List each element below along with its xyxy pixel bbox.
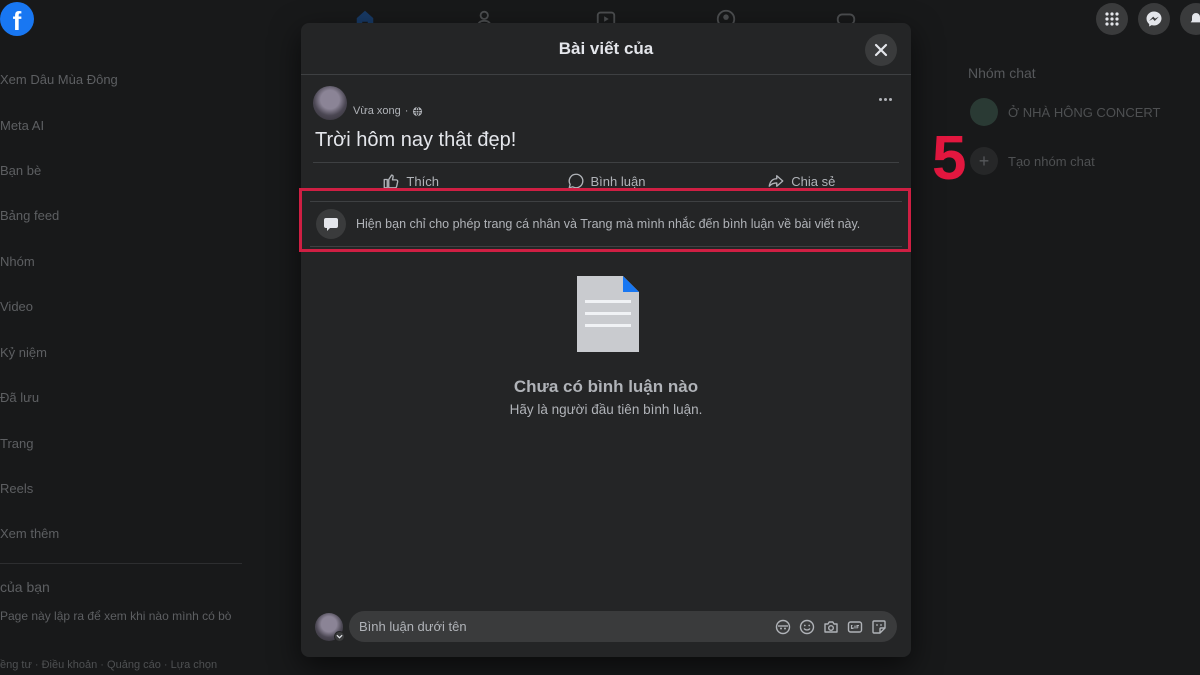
sidebar-item-see-more[interactable]: Xem thêm <box>0 526 59 541</box>
post-text: Trời hôm nay thật đẹp! <box>315 129 517 151</box>
group-chats-title: Nhóm chat <box>968 65 1036 81</box>
empty-comments-title: Chưa có bình luận nào <box>513 377 699 396</box>
group-avatar <box>970 98 998 126</box>
sidebar-item-groups[interactable]: Nhóm <box>0 254 35 269</box>
notice-divider-top <box>310 201 902 202</box>
share-label: Chia sẻ <box>791 173 836 189</box>
post-author-avatar[interactable] <box>313 86 347 120</box>
group-chat-name: Ở NHÀ HÔNG CONCERT <box>1008 104 1161 120</box>
document-icon <box>577 276 639 352</box>
menu-button[interactable] <box>1096 3 1128 35</box>
sidebar-item-profile[interactable]: Xem Dâu Mùa Đông <box>0 72 118 87</box>
post-dialog: Bài viết của Vừa xong · Trời hôm nay thậ… <box>299 23 911 657</box>
footer-links[interactable]: ềng tư · Điều khoản · Quảng cáo · Lựa ch… <box>0 659 217 671</box>
close-button[interactable] <box>865 34 897 66</box>
step-number: 5 <box>932 124 967 193</box>
sidebar-item-video[interactable]: Video <box>0 299 33 314</box>
notice-divider-bottom <box>310 246 902 247</box>
sidebar-item-memories[interactable]: Kỷ niệm <box>0 345 47 360</box>
empty-comments-subtitle: Hãy là người đầu tiên bình luận. <box>509 402 703 417</box>
grid-menu-icon <box>1105 12 1119 26</box>
comment-input[interactable] <box>359 619 775 634</box>
sidebar-item-saved[interactable]: Đã lưu <box>0 390 39 405</box>
like-label: Thích <box>406 173 439 189</box>
dot-separator: · <box>404 105 409 117</box>
camera-icon[interactable] <box>823 619 839 635</box>
avatar-sticker-icon[interactable] <box>775 619 791 635</box>
post-meta: Vừa xong · <box>353 105 423 117</box>
identity-switch[interactable] <box>334 631 345 642</box>
close-icon <box>874 43 888 57</box>
globe-icon[interactable] <box>412 106 423 117</box>
group-chat-item[interactable]: Ở NHÀ HÔNG CONCERT <box>970 98 1160 126</box>
sidebar-shortcut-page[interactable]: Page này lập ra để xem khi nào mình có b… <box>0 608 240 625</box>
create-group-chat-label: Tạo nhóm chat <box>1008 153 1095 169</box>
composer-tools <box>775 619 887 635</box>
sidebar-item-meta-ai[interactable]: Meta AI <box>0 118 44 133</box>
chevron-down-icon <box>336 634 343 639</box>
dialog-title: Bài viết của <box>558 38 654 58</box>
gif-icon[interactable] <box>847 619 863 635</box>
sidebar-item-reels[interactable]: Reels <box>0 481 33 496</box>
plus-icon: + <box>970 147 998 175</box>
bell-icon <box>1190 13 1200 23</box>
notice-icon-wrap <box>316 209 346 239</box>
sticker-icon[interactable] <box>871 619 887 635</box>
sidebar-item-friends[interactable]: Bạn bè <box>0 163 41 178</box>
comment-composer <box>349 611 897 642</box>
create-group-chat[interactable]: + Tạo nhóm chat <box>970 147 1095 175</box>
comment-restriction-notice: Hiện bạn chỉ cho phép trang cá nhân và T… <box>356 217 861 231</box>
messenger-button[interactable] <box>1138 3 1170 35</box>
notifications-button[interactable] <box>1180 3 1200 35</box>
dialog-header: Bài viết của <box>301 23 911 75</box>
sidebar-item-feed[interactable]: Bảng feed <box>0 208 59 223</box>
post-divider <box>313 162 899 163</box>
facebook-logo[interactable]: f <box>0 2 34 36</box>
speech-bubble-icon <box>324 218 338 231</box>
sidebar-item-pages[interactable]: Trang <box>0 436 33 451</box>
highlight-box: Hiện bạn chỉ cho phép trang cá nhân và T… <box>299 188 911 252</box>
post-time[interactable]: Vừa xong <box>353 105 401 117</box>
messenger-icon <box>1146 11 1162 27</box>
sidebar-divider <box>0 563 242 564</box>
post-options-button[interactable] <box>873 91 897 107</box>
comment-label: Bình luận <box>590 173 646 189</box>
emoji-icon[interactable] <box>799 619 815 635</box>
sidebar-section-title: của bạn <box>0 579 50 595</box>
